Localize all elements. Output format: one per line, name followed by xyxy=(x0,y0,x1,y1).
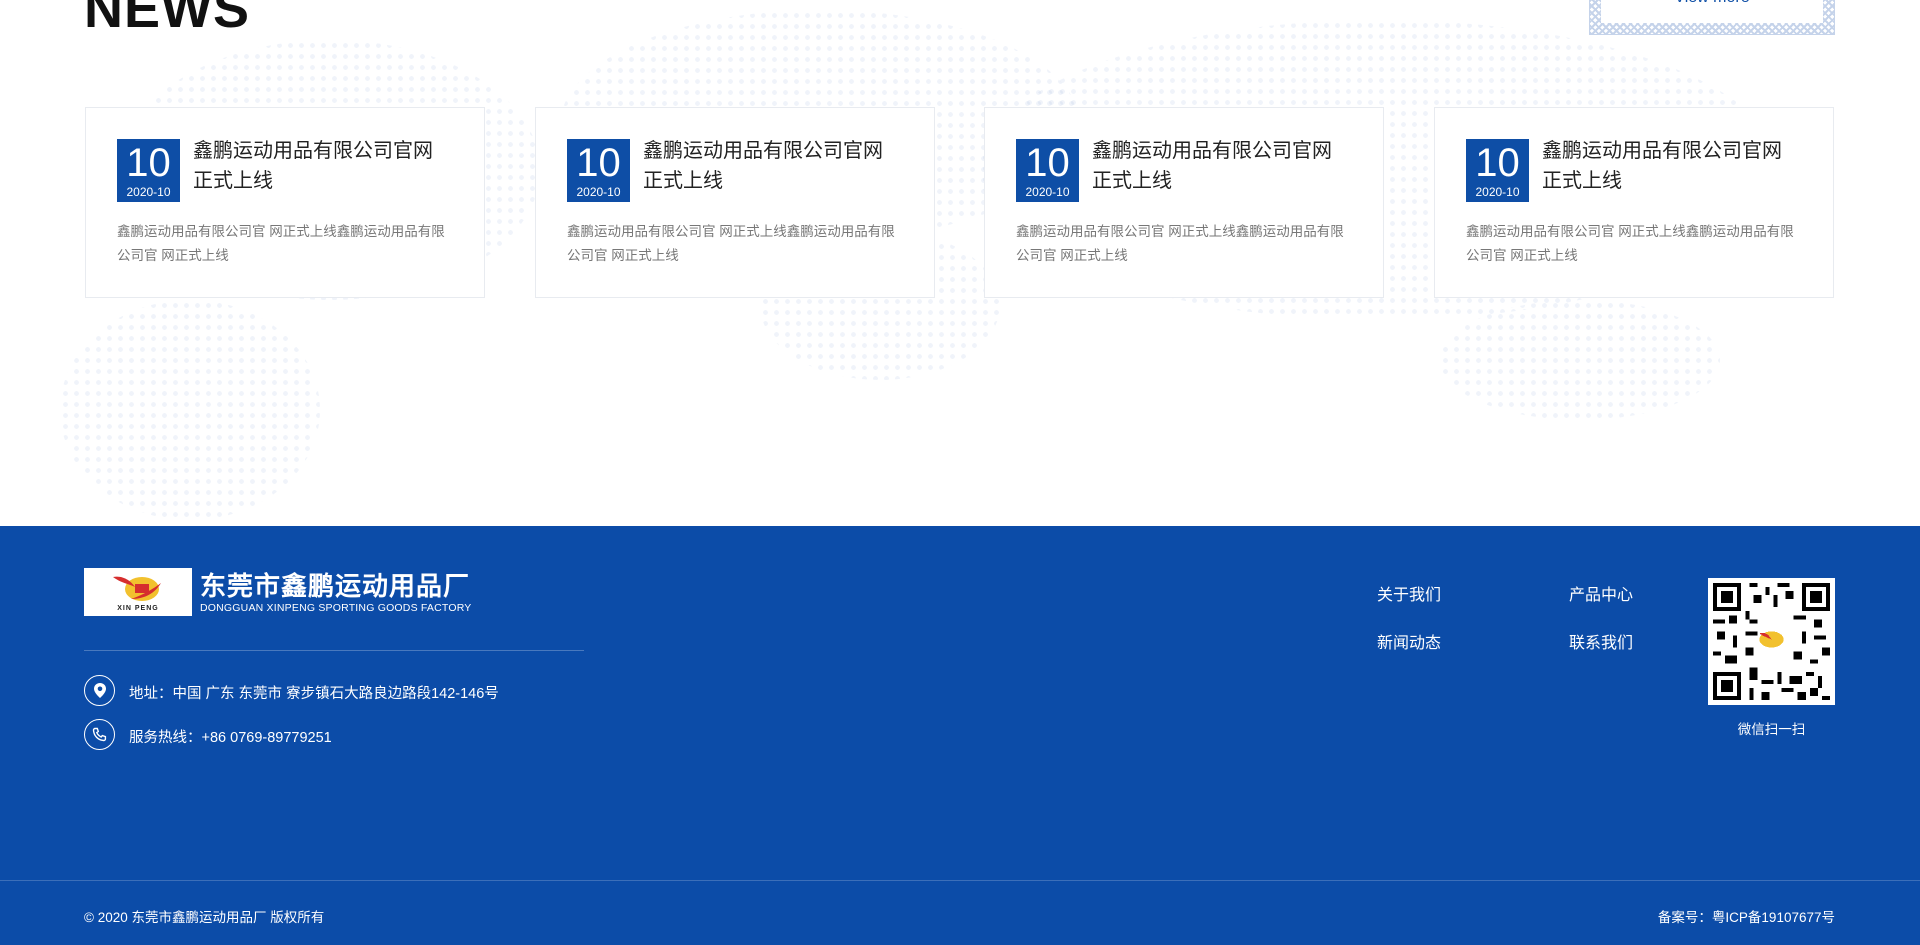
news-card-title[interactable]: 鑫鹏运动用品有限公司官网正式上线 xyxy=(193,136,433,196)
brand-name-cn: 东莞市鑫鹏运动用品厂 xyxy=(200,572,471,602)
news-card-title[interactable]: 鑫鹏运动用品有限公司官网正式上线 xyxy=(1542,136,1782,196)
news-card-description: 鑫鹏运动用品有限公司官 网正式上线鑫鹏运动用品有限公司官 网正式上线 xyxy=(117,224,445,263)
footer-nav-products[interactable]: 产品中心 xyxy=(1569,581,1633,605)
footer-nav-about[interactable]: 关于我们 xyxy=(1377,581,1441,605)
date-day: 10 xyxy=(1025,141,1070,185)
date-badge: 10 2020-10 xyxy=(1466,139,1529,202)
map-dots-oceania xyxy=(1440,300,1720,420)
date-year-month: 2020-10 xyxy=(1025,185,1070,199)
news-section: NEWS View more 10 2020-10 鑫鹏运动用品有限公司官网正式… xyxy=(0,0,1920,526)
news-card-title[interactable]: 鑫鹏运动用品有限公司官网正式上线 xyxy=(643,136,883,196)
xinpeng-emblem-icon xyxy=(113,576,161,601)
date-badge: 10 2020-10 xyxy=(117,139,180,202)
news-card-description: 鑫鹏运动用品有限公司官 网正式上线鑫鹏运动用品有限公司官 网正式上线 xyxy=(1016,224,1344,263)
news-card[interactable]: 10 2020-10 鑫鹏运动用品有限公司官网正式上线 鑫鹏运动用品有限公司官 … xyxy=(535,107,935,298)
footer-nav-news[interactable]: 新闻动态 xyxy=(1377,629,1441,653)
footer-nav-contact[interactable]: 联系我们 xyxy=(1569,629,1633,653)
wechat-qr-code xyxy=(1708,578,1835,705)
phone-icon xyxy=(84,719,115,750)
date-year-month: 2020-10 xyxy=(126,185,171,199)
footer-divider xyxy=(84,650,584,651)
address-text: 地址：中国 广东 东莞市 寮步镇石大路良边路段142-146号 xyxy=(129,686,499,702)
news-card-title[interactable]: 鑫鹏运动用品有限公司官网正式上线 xyxy=(1092,136,1332,196)
news-card-description: 鑫鹏运动用品有限公司官 网正式上线鑫鹏运动用品有限公司官 网正式上线 xyxy=(567,224,895,263)
footer: XIN PENG 东莞市鑫鹏运动用品厂 DONGGUAN XINPENG SPO… xyxy=(0,526,1920,945)
date-day: 10 xyxy=(1475,141,1520,185)
map-dots-southwest xyxy=(60,300,320,520)
icp-record-link[interactable]: 备案号：粤ICP备19107677号 xyxy=(1658,906,1835,926)
copyright-text: © 2020 东莞市鑫鹏运动用品厂 版权所有 xyxy=(84,910,325,925)
date-day: 10 xyxy=(126,141,171,185)
location-pin-icon xyxy=(84,675,115,706)
date-day: 10 xyxy=(576,141,621,185)
date-year-month: 2020-10 xyxy=(1475,185,1520,199)
news-card[interactable]: 10 2020-10 鑫鹏运动用品有限公司官网正式上线 鑫鹏运动用品有限公司官 … xyxy=(85,107,485,298)
qr-label: 微信扫一扫 xyxy=(1737,722,1806,737)
company-logo[interactable]: XIN PENG xyxy=(84,568,192,616)
news-heading: NEWS xyxy=(84,0,250,39)
footer-bottom-divider xyxy=(0,880,1920,881)
view-more-button[interactable]: View more xyxy=(1601,0,1823,23)
news-card[interactable]: 10 2020-10 鑫鹏运动用品有限公司官网正式上线 鑫鹏运动用品有限公司官 … xyxy=(984,107,1384,298)
brand-name-en: DONGGUAN XINPENG SPORTING GOODS FACTORY xyxy=(200,602,472,614)
date-badge: 10 2020-10 xyxy=(1016,139,1079,202)
news-card-description: 鑫鹏运动用品有限公司官 网正式上线鑫鹏运动用品有限公司官 网正式上线 xyxy=(1466,224,1794,263)
news-card[interactable]: 10 2020-10 鑫鹏运动用品有限公司官网正式上线 鑫鹏运动用品有限公司官 … xyxy=(1434,107,1834,298)
logo-subtext: XIN PENG xyxy=(117,605,159,612)
hotline-text: 服务热线：+86 0769-89779251 xyxy=(129,730,332,746)
date-year-month: 2020-10 xyxy=(576,185,621,199)
date-badge: 10 2020-10 xyxy=(567,139,630,202)
